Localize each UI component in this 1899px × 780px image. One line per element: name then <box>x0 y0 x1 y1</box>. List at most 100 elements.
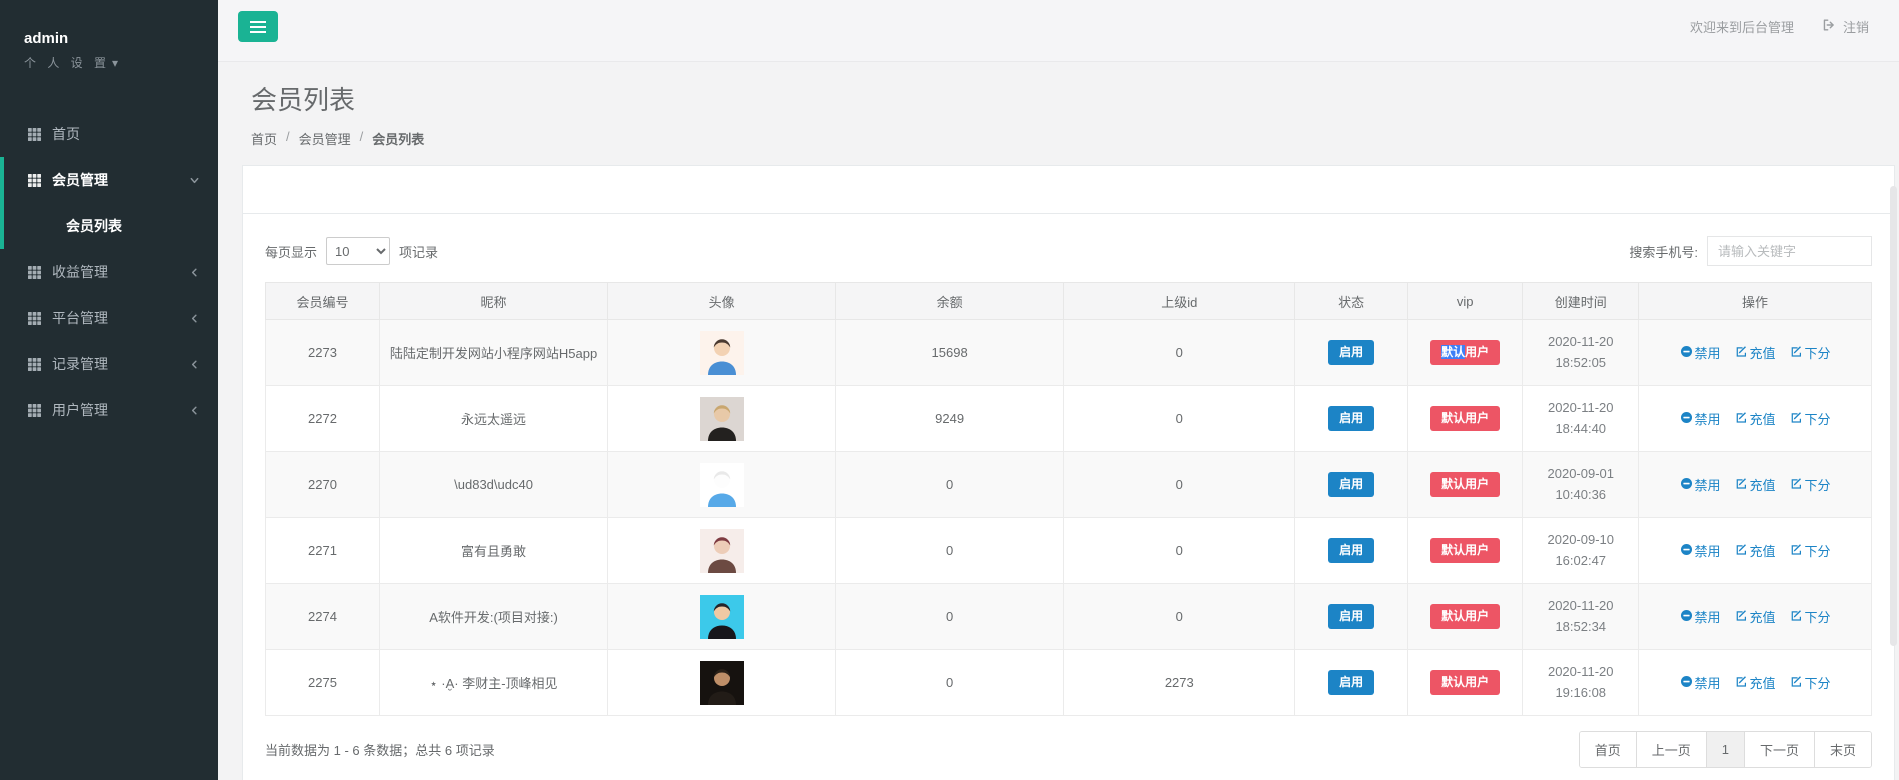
sidebar-item-members[interactable]: 会员管理 <box>0 157 218 203</box>
disable-link[interactable]: 禁用 <box>1680 343 1721 362</box>
deduct-label: 下分 <box>1805 409 1831 428</box>
nickname-cell: \ud83d\udc40 <box>380 452 608 518</box>
recharge-link[interactable]: 充值 <box>1735 343 1776 362</box>
deduct-label: 下分 <box>1805 475 1831 494</box>
vip-badge: 默认用户 <box>1430 538 1500 562</box>
user-panel: admin 个 人 设 置 ▾ <box>0 0 218 71</box>
grid-icon <box>28 358 41 371</box>
nickname-cell: ⋆ ·A̮· 李财主-顶峰相见 <box>380 650 608 716</box>
edit-icon <box>1735 411 1748 427</box>
breadcrumb-item[interactable]: 首页 <box>251 129 277 148</box>
member-table: 会员编号昵称头像余额上级id状态vip创建时间操作 2273陆陆定制开发网站小程… <box>265 282 1872 716</box>
sidebar-item-earnings[interactable]: 收益管理 <box>0 249 218 295</box>
sidebar-subitem-member-list[interactable]: 会员列表 <box>0 203 218 249</box>
created-time-cell: 2020-11-2018:44:40 <box>1523 386 1639 452</box>
vip-cell: 默认用户 <box>1407 518 1523 584</box>
personal-settings-toggle[interactable]: 个 人 设 置 ▾ <box>24 54 122 71</box>
disable-link[interactable]: 禁用 <box>1680 607 1721 626</box>
edit-icon <box>1790 543 1803 559</box>
deduct-link[interactable]: 下分 <box>1790 541 1831 560</box>
deduct-link[interactable]: 下分 <box>1790 343 1831 362</box>
ops-cell: 禁用充值下分 <box>1639 518 1872 584</box>
recharge-label: 充值 <box>1750 475 1776 494</box>
edit-icon <box>1735 609 1748 625</box>
grid-icon <box>28 128 41 141</box>
column-header: 上级id <box>1064 283 1295 320</box>
column-header: 头像 <box>608 283 836 320</box>
grid-icon <box>28 174 41 187</box>
chevron-down-icon <box>189 175 200 186</box>
avatar-cell <box>608 584 836 650</box>
caret-down-icon: ▾ <box>112 56 122 70</box>
table-row: 2270\ud83d\udc4000启用默认用户2020-09-0110:40:… <box>266 452 1872 518</box>
created-time-cell: 2020-09-0110:40:36 <box>1523 452 1639 518</box>
status-cell: 启用 <box>1295 518 1407 584</box>
sidebar-item-platform[interactable]: 平台管理 <box>0 295 218 341</box>
page-header: 会员列表 首页/会员管理/会员列表 <box>218 62 1899 148</box>
table-header-row: 会员编号昵称头像余额上级id状态vip创建时间操作 <box>266 283 1872 320</box>
scrollbar-thumb[interactable] <box>1890 186 1897 646</box>
recharge-link[interactable]: 充值 <box>1735 541 1776 560</box>
avatar-cell <box>608 320 836 386</box>
table-controls: 每页显示 10 项记录 搜索手机号: <box>265 236 1872 266</box>
ops-cell: 禁用 充值 下分 <box>1639 650 1872 716</box>
created-time-cell: 2020-11-2018:52:34 <box>1523 584 1639 650</box>
parent-id-cell: 2273 <box>1064 650 1295 716</box>
breadcrumb-separator: / <box>286 129 290 148</box>
sidebar-item-records[interactable]: 记录管理 <box>0 341 218 387</box>
avatar <box>616 397 827 441</box>
disable-link[interactable]: 禁用 <box>1680 475 1721 494</box>
last-page-button[interactable]: 末页 <box>1814 732 1871 767</box>
recharge-label: 充值 <box>1750 673 1776 692</box>
status-badge: 启用 <box>1328 406 1374 430</box>
created-time-cell: 2020-09-1016:02:47 <box>1523 518 1639 584</box>
deduct-link[interactable]: 下分 <box>1790 409 1831 428</box>
recharge-link[interactable]: 充值 <box>1735 607 1776 626</box>
edit-icon <box>1790 609 1803 625</box>
card-body: 每页显示 10 项记录 搜索手机号: 会员编号昵称头像余额上级id状 <box>243 214 1894 780</box>
table-footer: 当前数据为 1 - 6 条数据；总共 6 项记录 首页上一页1下一页末页 <box>265 716 1872 780</box>
sidebar-item-home[interactable]: 首页 <box>0 111 218 157</box>
created-date: 2020-11-20 <box>1531 398 1630 418</box>
logout-link[interactable]: 注销 <box>1822 17 1869 36</box>
recharge-link[interactable]: 充值 <box>1735 475 1776 494</box>
avatar-cell <box>608 386 836 452</box>
sidebar-toggle-button[interactable] <box>238 11 278 42</box>
first-page-button[interactable]: 首页 <box>1580 732 1636 767</box>
vip-badge: 默认用户 <box>1430 670 1500 694</box>
page-1-page-button[interactable]: 1 <box>1706 732 1744 767</box>
chevron-left-icon <box>189 359 200 370</box>
deduct-label: 下分 <box>1805 673 1831 692</box>
deduct-link[interactable]: 下分 <box>1790 673 1831 692</box>
logout-icon <box>1822 18 1836 35</box>
breadcrumb-item[interactable]: 会员管理 <box>299 129 351 148</box>
sidebar-item-users[interactable]: 用户管理 <box>0 387 218 433</box>
avatar <box>616 331 827 375</box>
table-body: 2273陆陆定制开发网站小程序网站H5app156980启用默认用户2020-1… <box>266 320 1872 716</box>
ban-icon <box>1680 675 1693 691</box>
deduct-link[interactable]: 下分 <box>1790 475 1831 494</box>
created-date: 2020-09-01 <box>1531 464 1630 484</box>
balance-cell: 0 <box>836 518 1064 584</box>
ban-icon <box>1680 543 1693 559</box>
column-header: 会员编号 <box>266 283 380 320</box>
prev-page-button[interactable]: 上一页 <box>1636 732 1706 767</box>
breadcrumb: 首页/会员管理/会员列表 <box>251 129 1899 148</box>
next-page-button[interactable]: 下一页 <box>1744 732 1814 767</box>
recharge-link[interactable]: 充值 <box>1735 673 1776 692</box>
main-area: 欢迎来到后台管理 注销 会员列表 首页/会员管理/会员列表 每页显示 10 项记… <box>218 0 1899 780</box>
search-input[interactable] <box>1707 236 1872 266</box>
deduct-link[interactable]: 下分 <box>1790 607 1831 626</box>
welcome-text: 欢迎来到后台管理 <box>1690 17 1794 36</box>
disable-link[interactable]: 禁用 <box>1680 541 1721 560</box>
column-header: 余额 <box>836 283 1064 320</box>
disable-link[interactable]: 禁用 <box>1680 673 1721 692</box>
per-page-select[interactable]: 10 <box>326 237 390 265</box>
recharge-link[interactable]: 充值 <box>1735 409 1776 428</box>
recharge-label: 充值 <box>1750 607 1776 626</box>
sidebar-item-label: 用户管理 <box>52 400 108 420</box>
balance-cell: 9249 <box>836 386 1064 452</box>
column-header: vip <box>1407 283 1523 320</box>
disable-link[interactable]: 禁用 <box>1680 409 1721 428</box>
balance-cell: 0 <box>836 584 1064 650</box>
